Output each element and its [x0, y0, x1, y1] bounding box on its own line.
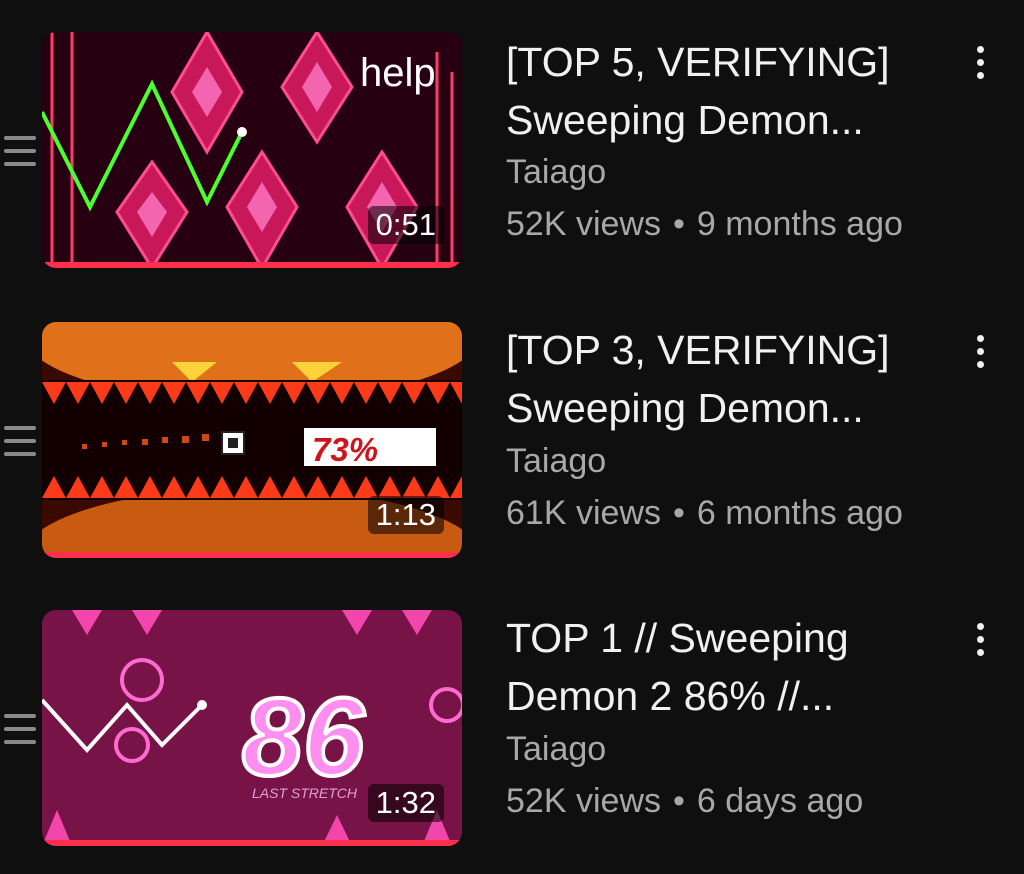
- thumbnail-caption: 86: [242, 676, 365, 799]
- separator: •: [672, 205, 685, 243]
- video-row[interactable]: 86 LAST STRETCH 1:32 TOP 1 // Sweeping D…: [0, 578, 1024, 846]
- upload-age: 6 days ago: [696, 782, 864, 820]
- thumbnail-caption: help: [360, 51, 436, 95]
- video-thumbnail[interactable]: help 0:51: [42, 32, 462, 268]
- video-meta: 61K views • 6 months ago: [506, 493, 903, 533]
- view-count: 52K views: [506, 205, 661, 243]
- separator: •: [672, 782, 685, 820]
- separator: •: [672, 494, 685, 532]
- upload-age: 9 months ago: [696, 205, 903, 243]
- thumbnail-subcaption: LAST STRETCH: [252, 785, 358, 801]
- video-thumbnail[interactable]: 86 LAST STRETCH 1:32: [42, 610, 462, 846]
- video-thumbnail[interactable]: 73% 1:13: [42, 322, 462, 558]
- watch-progress-bar: [42, 552, 462, 558]
- title-line: [TOP 3, VERIFYING]: [506, 327, 890, 373]
- title-line: Sweeping Demon...: [506, 385, 864, 431]
- title-line: Sweeping Demon...: [506, 97, 864, 143]
- channel-name[interactable]: Taiago: [506, 152, 606, 192]
- watch-progress-bar: [42, 262, 462, 268]
- video-meta: 52K views • 9 months ago: [506, 204, 903, 244]
- channel-name[interactable]: Taiago: [506, 729, 606, 769]
- drag-handle-icon[interactable]: [4, 426, 36, 465]
- title-line: TOP 1 // Sweeping: [506, 615, 849, 661]
- video-row[interactable]: help 0:51 [TOP 5, VERIFYING] Sweeping De…: [0, 0, 1024, 268]
- duration-badge: 1:13: [367, 496, 444, 534]
- watch-progress-bar: [42, 840, 462, 846]
- view-count: 52K views: [506, 782, 661, 820]
- video-title[interactable]: [TOP 3, VERIFYING] Sweeping Demon...: [506, 321, 936, 437]
- duration-badge: 0:51: [367, 206, 444, 244]
- channel-name[interactable]: Taiago: [506, 441, 606, 481]
- video-title[interactable]: TOP 1 // Sweeping Demon 2 86% //...: [506, 609, 936, 725]
- title-line: Demon 2 86% //...: [506, 673, 835, 719]
- more-vert-icon[interactable]: [966, 46, 994, 86]
- video-meta: 52K views • 6 days ago: [506, 781, 863, 821]
- more-vert-icon[interactable]: [966, 335, 994, 375]
- more-vert-icon[interactable]: [966, 623, 994, 663]
- view-count: 61K views: [506, 494, 661, 532]
- upload-age: 6 months ago: [696, 494, 903, 532]
- duration-badge: 1:32: [367, 784, 444, 822]
- video-row[interactable]: 73% 1:13 [TOP 3, VERIFYING] Sweeping Dem…: [0, 290, 1024, 558]
- drag-handle-icon[interactable]: [4, 136, 36, 175]
- drag-handle-icon[interactable]: [4, 714, 36, 753]
- title-line: [TOP 5, VERIFYING]: [506, 39, 890, 85]
- thumbnail-caption: 73%: [312, 431, 378, 468]
- video-title[interactable]: [TOP 5, VERIFYING] Sweeping Demon...: [506, 33, 936, 149]
